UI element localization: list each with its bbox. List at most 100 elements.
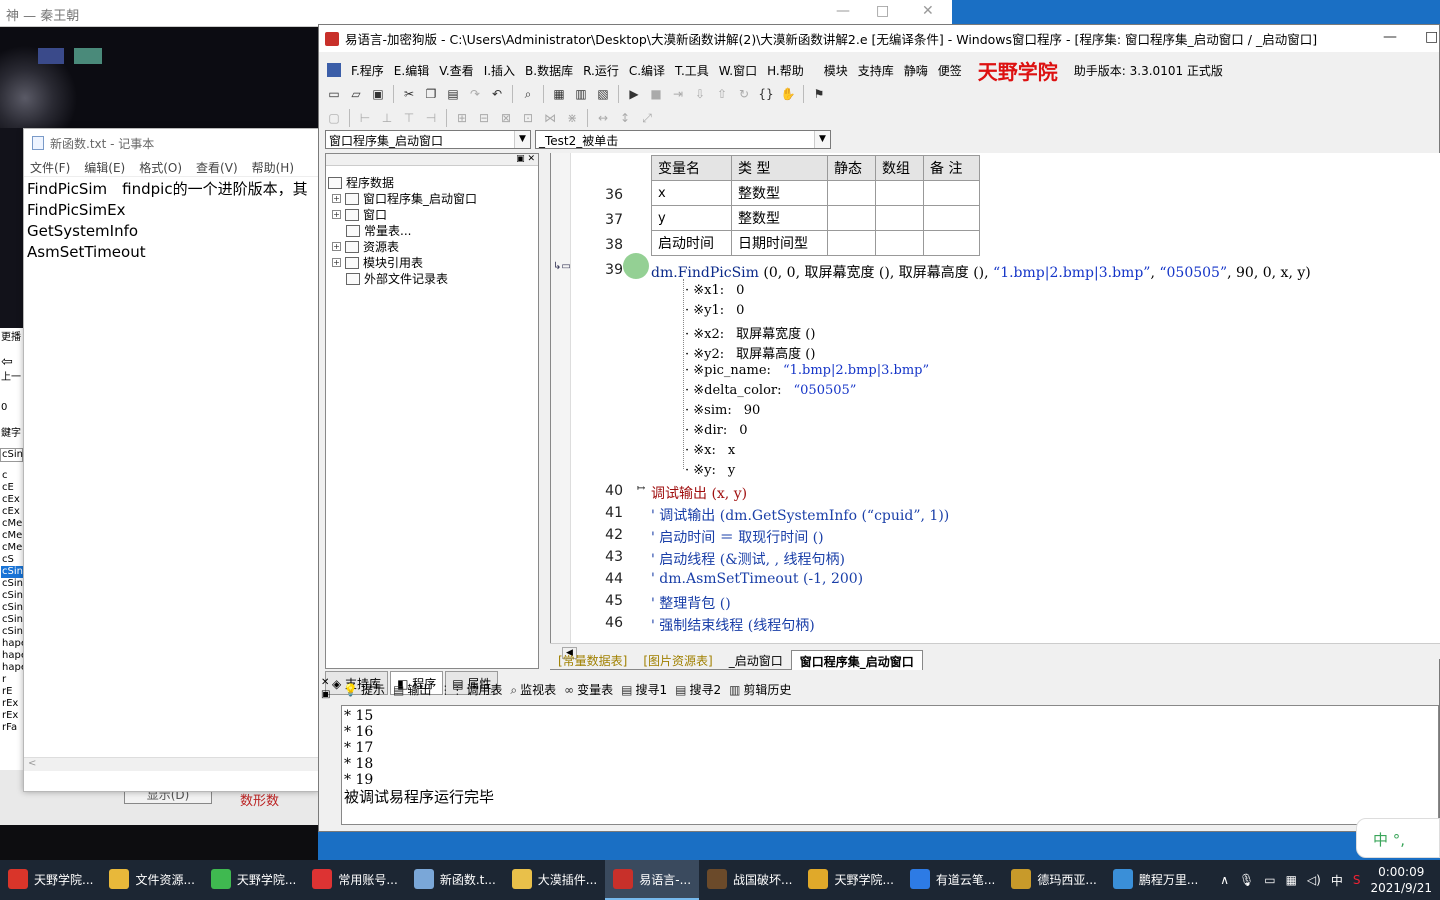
var-name[interactable]: x: [651, 180, 732, 206]
tree-node-root[interactable]: 程序数据: [328, 174, 394, 191]
strip-list-item[interactable]: rFa: [1, 722, 23, 734]
step-into-icon[interactable]: ⇩: [691, 85, 709, 103]
tab-call-stack[interactable]: ⋮⋮ 调用表: [439, 681, 502, 698]
step-over-icon[interactable]: ⇥: [669, 85, 687, 103]
size-w-icon[interactable]: ↔: [594, 109, 612, 127]
tab-search2[interactable]: ▤ 搜寻2: [675, 681, 721, 698]
var-type[interactable]: 整数型: [731, 180, 828, 206]
step-out-icon[interactable]: ⇧: [713, 85, 731, 103]
strip-list-item[interactable]: hape: [1, 662, 23, 674]
class-selector[interactable]: 窗口程序集_启动窗口 ▼: [325, 130, 531, 149]
strip-list-item[interactable]: cSin: [1, 614, 23, 626]
undo-icon[interactable]: ↶: [488, 85, 506, 103]
code-line[interactable]: ' 启动时间 ＝ 取现行时间 (): [651, 527, 824, 547]
find-icon[interactable]: ⌕: [519, 85, 537, 103]
strip-list-item[interactable]: c: [1, 470, 23, 482]
close-icon[interactable]: ✕: [922, 3, 934, 19]
expand-icon[interactable]: +: [332, 242, 341, 251]
editor-gutter[interactable]: [551, 153, 571, 643]
space-a-icon[interactable]: ⊠: [497, 109, 515, 127]
strip-list-item[interactable]: cMer: [1, 530, 23, 542]
tab-clipboard-history[interactable]: ▥ 剪辑历史: [729, 681, 791, 698]
pin-icon[interactable]: ▣: [516, 154, 525, 164]
var-note[interactable]: [923, 205, 980, 231]
layout-a-icon[interactable]: ▦: [550, 85, 568, 103]
redo-icon[interactable]: ↷: [466, 85, 484, 103]
expand-icon[interactable]: +: [332, 194, 341, 203]
space-h-icon[interactable]: ⊞: [453, 109, 471, 127]
strip-list-item[interactable]: cE: [1, 482, 23, 494]
ide-titlebar[interactable]: 易语言-加密狗版 - C:\Users\Administrator\Deskto…: [319, 25, 1439, 52]
run-to-cursor-icon[interactable]: ↻: [735, 85, 753, 103]
var-note[interactable]: [923, 180, 980, 206]
align-center-icon[interactable]: ⊥: [378, 109, 396, 127]
tab-constants[interactable]: [常量数据表]: [550, 650, 636, 670]
menu-module[interactable]: 模块: [824, 62, 848, 79]
ime-floating-bar[interactable]: 中 °,: [1356, 818, 1440, 858]
strip-list-item[interactable]: cMer: [1, 542, 23, 554]
stop-icon[interactable]: ■: [647, 85, 665, 103]
tray-expand-icon[interactable]: ∧: [1220, 873, 1229, 887]
notepad-text-area[interactable]: FindPicSim findpic的一个进阶版本，其 FindPicSimEx…: [24, 177, 318, 265]
notepad-menu-view[interactable]: 查看(V): [196, 159, 238, 175]
strip-list-item[interactable]: r: [1, 674, 23, 686]
tree-node-window-class[interactable]: + 窗口程序集_启动窗口: [332, 190, 477, 207]
copy-icon[interactable]: ❐: [422, 85, 440, 103]
strip-input[interactable]: cSin: [0, 448, 23, 462]
align-top-icon[interactable]: ⊤: [400, 109, 418, 127]
maximize-icon[interactable]: □: [876, 3, 889, 19]
notepad-menu-help[interactable]: 帮助(H): [252, 159, 294, 175]
menu-window[interactable]: W.窗口: [719, 62, 757, 79]
menu-support-lib[interactable]: 支持库: [858, 62, 894, 79]
strip-list-item[interactable]: cSin: [1, 578, 23, 590]
menu-view[interactable]: V.查看: [439, 62, 473, 79]
taskbar-item[interactable]: 易语言-...: [605, 860, 700, 900]
taskbar-item[interactable]: 战国破坏...: [699, 860, 800, 900]
menu-compile[interactable]: C.编译: [629, 62, 665, 79]
microphone-icon[interactable]: 🎙: [1239, 873, 1254, 887]
close-icon[interactable]: ✕: [321, 677, 330, 689]
expand-icon[interactable]: +: [332, 258, 341, 267]
space-c-icon[interactable]: ⋈: [541, 109, 559, 127]
taskbar-item[interactable]: 常用账号...: [304, 860, 405, 900]
code-line[interactable]: ' 强制结束线程 (线程句柄): [651, 615, 815, 635]
layout-c-icon[interactable]: ▧: [594, 85, 612, 103]
background-window-titlebar[interactable]: 神 — 秦王朝 — □ ✕: [0, 0, 952, 27]
menu-insert[interactable]: I.插入: [484, 62, 515, 79]
ime-indicator[interactable]: 中: [1331, 872, 1343, 889]
var-static[interactable]: [827, 205, 876, 231]
notepad-window[interactable]: 新函数.txt - 记事本 文件(F) 编辑(E) 格式(O) 查看(V) 帮助…: [23, 128, 319, 792]
strip-list-item[interactable]: cEx: [1, 494, 23, 506]
code-line[interactable]: ' dm.AsmSetTimeout (-1, 200): [651, 571, 863, 587]
strip-list-item[interactable]: cSin: [1, 590, 23, 602]
code-line[interactable]: ' 整理背包 (): [651, 593, 731, 613]
cut-icon[interactable]: ✂: [400, 85, 418, 103]
var-note[interactable]: [923, 230, 980, 256]
maximize-icon[interactable]: □: [1425, 29, 1438, 45]
code-line[interactable]: ' 启动线程 (&测试, , 线程句柄): [651, 549, 845, 569]
close-icon[interactable]: ✕: [527, 154, 535, 164]
output-panel[interactable]: * 15 * 16 * 17 * 18 * 19 被调试易程序运行完毕: [341, 705, 1439, 825]
paste-icon[interactable]: ▤: [444, 85, 462, 103]
volume-icon[interactable]: ◁): [1307, 873, 1321, 887]
network-icon[interactable]: ▦: [1286, 873, 1297, 887]
strip-list-item[interactable]: cSin: [1, 602, 23, 614]
tab-output[interactable]: ▤ 输出: [393, 681, 431, 698]
strip-list-item[interactable]: cMer: [1, 518, 23, 530]
align-left-icon[interactable]: ⊢: [356, 109, 374, 127]
project-tree[interactable]: ▣ ✕ 程序数据 + 窗口程序集_启动窗口 + 窗口 常量表... + 资源表 + 模块…: [325, 153, 539, 669]
var-type[interactable]: 日期时间型: [731, 230, 828, 256]
align-bottom-icon[interactable]: ⊣: [422, 109, 440, 127]
minimize-icon[interactable]: —: [836, 3, 850, 19]
strip-list-item[interactable]: rEx: [1, 698, 23, 710]
variable-row[interactable]: y 整数型: [651, 205, 980, 231]
var-array[interactable]: [875, 205, 924, 231]
strip-list-item[interactable]: hape: [1, 650, 23, 662]
var-type[interactable]: 整数型: [731, 205, 828, 231]
tab-window-class[interactable]: 窗口程序集_启动窗口: [790, 650, 923, 670]
code-line[interactable]: ' 调试输出 (dm.GetSystemInfo (“cpuid”, 1)): [651, 505, 949, 525]
chevron-down-icon[interactable]: ▼: [514, 131, 530, 148]
size-both-icon[interactable]: ⤢: [638, 109, 656, 127]
notepad-menu-edit[interactable]: 编辑(E): [84, 159, 125, 175]
strip-list-item[interactable]: cS: [1, 554, 23, 566]
